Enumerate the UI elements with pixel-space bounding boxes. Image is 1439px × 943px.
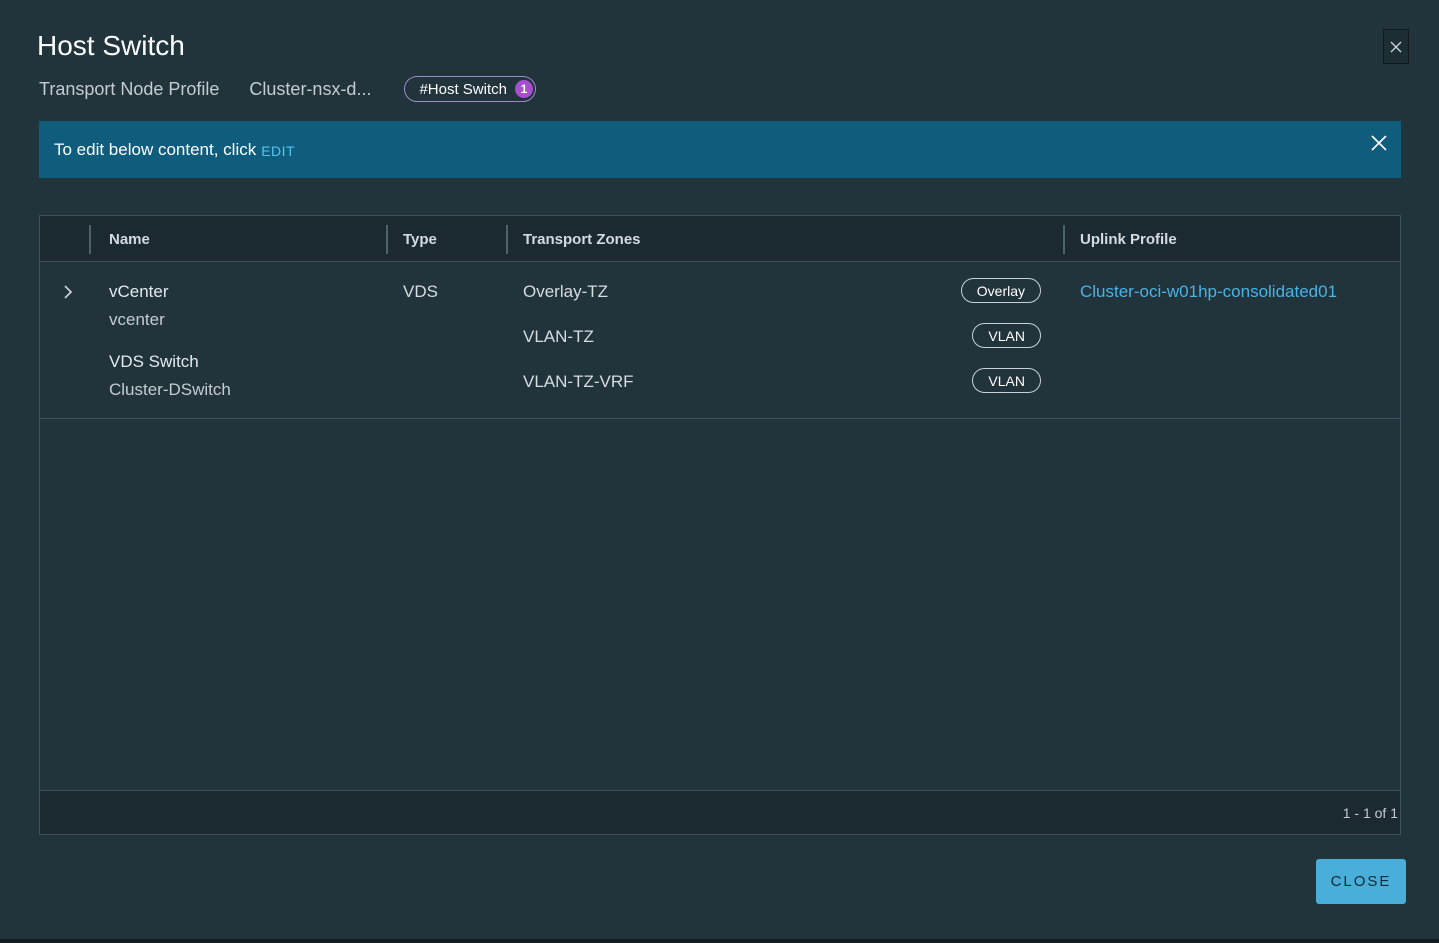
host-switch-datagrid: Name Type Transport Zones Uplink Profile…	[39, 215, 1401, 835]
host-switch-dialog: Host Switch Transport Node Profile Clust…	[0, 0, 1439, 943]
banner-close-button[interactable]	[1369, 133, 1389, 153]
banner-text: To edit below content, click	[54, 139, 257, 159]
close-button[interactable]: CLOSE	[1316, 859, 1406, 904]
table-row: vCenter vcenter VDS Switch Cluster-DSwit…	[40, 263, 1400, 419]
pagination-summary: 1 - 1 of 1	[1342, 805, 1398, 821]
type-value: VDS	[403, 282, 438, 301]
transport-zone-type-badge: VLAN	[972, 323, 1041, 348]
column-header-transport-zones[interactable]: Transport Zones	[523, 216, 641, 262]
datagrid-header: Name Type Transport Zones Uplink Profile	[40, 216, 1400, 262]
name-value: vcenter	[109, 310, 165, 329]
chevron-right-icon	[64, 285, 73, 299]
row-expand-button[interactable]	[60, 283, 76, 301]
column-header-name[interactable]: Name	[109, 216, 150, 262]
breadcrumb-item-cluster[interactable]: Cluster-nsx-d...	[249, 79, 371, 100]
column-resize-handle[interactable]	[386, 225, 388, 254]
edit-banner: To edit below content, click EDIT	[39, 121, 1401, 178]
bottom-divider	[0, 939, 1439, 943]
close-icon	[1371, 135, 1387, 151]
edit-link[interactable]: EDIT	[261, 143, 295, 159]
close-icon	[1390, 41, 1402, 52]
column-header-type[interactable]: Type	[403, 216, 437, 262]
column-resize-handle[interactable]	[1063, 225, 1065, 254]
transport-zone-type-badge: VLAN	[972, 368, 1041, 393]
switch-label: VDS Switch	[109, 352, 199, 371]
switch-value: Cluster-DSwitch	[109, 380, 231, 399]
dialog-close-button[interactable]	[1383, 29, 1409, 64]
datagrid-footer: 1 - 1 of 1	[40, 790, 1400, 834]
breadcrumb-item-transport-node-profile[interactable]: Transport Node Profile	[39, 79, 219, 100]
transport-zone-name: Overlay-TZ	[523, 282, 608, 301]
host-switch-chip-label: #Host Switch	[419, 80, 507, 98]
breadcrumb: Transport Node Profile Cluster-nsx-d... …	[39, 76, 536, 102]
host-switch-chip[interactable]: #Host Switch 1	[404, 76, 536, 102]
transport-zone-name: VLAN-TZ-VRF	[523, 372, 634, 391]
transport-zone-name: VLAN-TZ	[523, 327, 594, 346]
name-label: vCenter	[109, 282, 169, 301]
uplink-profile-link[interactable]: Cluster-oci-w01hp-consolidated01	[1080, 282, 1337, 302]
dialog-title: Host Switch	[37, 30, 185, 61]
column-header-uplink-profile[interactable]: Uplink Profile	[1080, 216, 1177, 262]
column-resize-handle[interactable]	[506, 225, 508, 254]
column-separator	[89, 225, 91, 254]
transport-zone-type-badge: Overlay	[960, 278, 1041, 303]
host-switch-chip-count: 1	[515, 80, 533, 98]
